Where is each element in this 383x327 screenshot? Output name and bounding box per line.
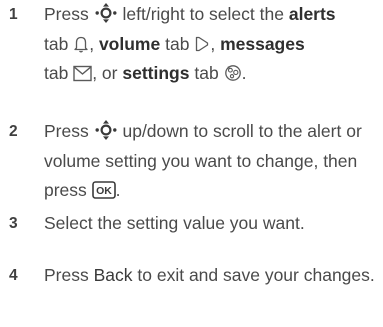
navigation-key-icon — [95, 120, 117, 140]
step-text-part: tab — [44, 33, 69, 54]
back-key-label: Back — [93, 265, 133, 285]
step-text-part: Press — [44, 121, 89, 141]
step-number: 4 — [9, 267, 18, 284]
step-text-part: Press — [44, 4, 89, 24]
step-text: Press Back to exit and save your changes… — [44, 261, 380, 291]
envelope-icon — [73, 65, 92, 82]
step-number: 2 — [9, 123, 18, 140]
step-text-part: left/right to select the — [122, 4, 284, 24]
navigation-key-icon — [95, 3, 117, 23]
ok-key-icon: OK — [91, 181, 116, 199]
step-text-part: , — [89, 33, 95, 54]
step-text-part: tab — [165, 33, 190, 54]
speaker-icon — [194, 35, 210, 53]
step-text-part: to exit and save your changes. — [137, 265, 375, 285]
step-number: 3 — [9, 215, 18, 232]
step-text-part: , — [210, 33, 216, 54]
step-text-part: . — [115, 180, 121, 200]
step-text: Press up/down to scroll to the alert or … — [44, 117, 380, 206]
step-number: 1 — [9, 6, 18, 23]
messages-tab-label: messages — [220, 33, 305, 54]
alerts-tab-label: alerts — [288, 4, 336, 24]
step-text: Select the setting value you want. — [44, 209, 380, 239]
step-text: Press left/right to select the alerts ta… — [44, 0, 380, 89]
step-text-part: Select the setting value you want. — [44, 213, 305, 233]
step-text-part: tab — [194, 63, 219, 83]
step-text-part: , or — [92, 63, 118, 83]
settings-icon — [224, 64, 242, 82]
step-text-part: Press — [44, 265, 89, 285]
bell-icon — [73, 35, 89, 53]
volume-tab-label: volume — [98, 33, 161, 54]
ok-key-label: OK — [96, 185, 112, 197]
step-text-part: . — [241, 63, 247, 83]
settings-tab-label: settings — [122, 63, 190, 83]
instructions-page: 1 Press left/right to select the alerts … — [0, 0, 383, 327]
step-text-part: tab — [44, 63, 69, 83]
